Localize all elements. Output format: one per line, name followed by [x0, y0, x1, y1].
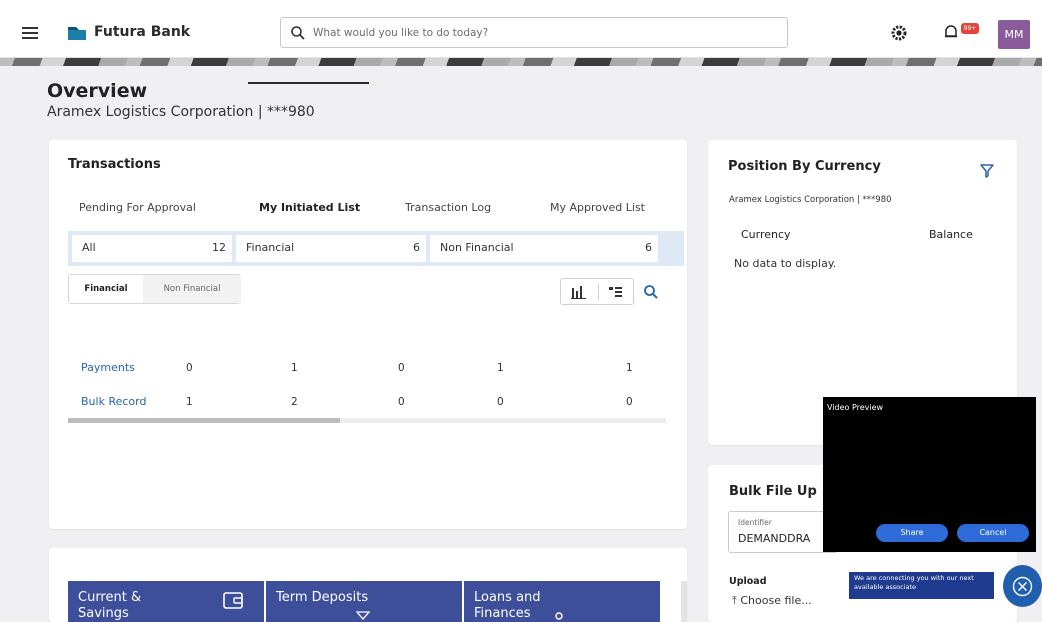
row-payments-label[interactable]: Payments — [81, 361, 135, 374]
active-tab-indicator — [248, 82, 369, 84]
tile-label: Savings — [78, 606, 129, 621]
loan-icon — [555, 612, 563, 620]
identifier-label: Identifier — [738, 518, 772, 527]
summary-count: 6 — [645, 241, 652, 254]
top-header: Futura Bank 99+ MM — [0, 0, 1042, 58]
table-cell: 1 — [626, 362, 633, 374]
video-title: Video Preview — [827, 403, 884, 412]
menu-icon[interactable] — [22, 27, 38, 39]
close-icon — [1012, 576, 1033, 597]
transactions-tabs: Pending For Approval My Initiated List T… — [49, 195, 687, 225]
bell-icon[interactable] — [943, 24, 959, 40]
summary-label: Non Financial — [440, 241, 514, 254]
upload-label: Upload — [729, 576, 767, 587]
identifier-field[interactable]: Identifier DEMANDDRA — [728, 511, 838, 553]
table-cell: 0 — [626, 396, 633, 408]
user-avatar[interactable]: MM — [998, 20, 1030, 49]
table-cell: 1 — [186, 396, 193, 408]
table-cell: 0 — [186, 362, 193, 374]
tile-label: Loans and — [474, 590, 541, 605]
summary-label: All — [82, 241, 96, 254]
table-view-icon[interactable] — [606, 283, 626, 301]
balance-column-header: Balance — [929, 228, 973, 241]
bulk-title: Bulk File Up — [729, 484, 817, 499]
toggle-non-financial[interactable]: Non Financial — [143, 275, 241, 303]
table-search-icon[interactable] — [643, 284, 659, 300]
tab-my-approved-list[interactable]: My Approved List — [550, 201, 645, 214]
view-separator — [598, 283, 599, 301]
tile-label: Current & — [78, 590, 142, 605]
choose-file-button[interactable]: ⤒ Choose file... — [732, 594, 812, 608]
search-icon — [291, 26, 305, 40]
toggle-financial[interactable]: Financial — [69, 275, 143, 303]
search-input[interactable] — [313, 23, 773, 43]
table-cell: 2 — [291, 396, 298, 408]
summary-count: 6 — [413, 241, 420, 254]
search-bar[interactable] — [280, 17, 788, 48]
bank-logo-icon — [68, 27, 86, 40]
currency-column-header: Currency — [741, 228, 791, 241]
summary-non-financial[interactable]: Non Financial 6 — [430, 235, 658, 262]
cancel-button[interactable]: Cancel — [957, 524, 1029, 542]
position-title: Position By Currency — [728, 159, 881, 174]
choose-file-label: Choose file... — [740, 594, 812, 607]
summary-all[interactable]: All 12 — [72, 235, 232, 262]
share-button[interactable]: Share — [876, 524, 948, 542]
summary-bar: All 12 Financial 6 Non Financial 6 — [68, 231, 684, 266]
summary-financial[interactable]: Financial 6 — [236, 235, 426, 262]
transactions-title: Transactions — [68, 157, 161, 172]
identifier-value: DEMANDDRA — [738, 532, 811, 545]
tab-transaction-log[interactable]: Transaction Log — [405, 201, 491, 214]
transaction-type-toggle: Financial Non Financial — [68, 274, 241, 304]
position-subtitle: Aramex Logistics Corporation | ***980 — [729, 195, 892, 205]
transactions-card: Transactions Pending For Approval My Ini… — [49, 140, 687, 529]
vertical-scrollbar[interactable] — [681, 581, 687, 622]
empty-state-text: No data to display. — [734, 257, 837, 270]
brand-name[interactable]: Futura Bank — [94, 24, 190, 40]
table-cell: 1 — [497, 362, 504, 374]
table-cell: 0 — [398, 362, 405, 374]
tile-term-deposits[interactable]: Term Deposits — [266, 581, 462, 622]
filter-icon[interactable] — [980, 164, 994, 178]
summary-label: Financial — [246, 241, 295, 254]
video-preview-panel: Video Preview Share Cancel — [823, 397, 1036, 552]
table-cell: 1 — [291, 362, 298, 374]
wallet-icon — [223, 592, 243, 609]
tile-loans-finances[interactable]: Loans and Finances — [464, 581, 660, 622]
horizontal-scrollbar[interactable] — [68, 418, 666, 423]
row-bulk-record-label[interactable]: Bulk Record — [81, 395, 146, 408]
view-switcher — [560, 278, 634, 305]
scrollbar-thumb[interactable] — [68, 418, 340, 423]
bar-chart-view-icon[interactable] — [569, 283, 589, 301]
close-chat-button[interactable] — [1003, 565, 1042, 607]
settings-gear-icon[interactable] — [891, 25, 907, 41]
decorative-banner — [0, 58, 1042, 66]
notification-badge: 99+ — [961, 23, 979, 34]
tile-current-savings[interactable]: Current & Savings — [68, 581, 264, 622]
summary-count: 12 — [212, 241, 226, 254]
page-title: Overview — [47, 80, 148, 102]
chevron-down-icon — [356, 611, 370, 620]
page-subtitle: Aramex Logistics Corporation | ***980 — [47, 104, 315, 120]
table-cell: 0 — [398, 396, 405, 408]
tab-pending-for-approval[interactable]: Pending For Approval — [79, 201, 196, 214]
tile-label: Term Deposits — [276, 590, 369, 605]
upload-icon: ⤒ — [732, 594, 737, 607]
table-cell: 0 — [497, 396, 504, 408]
tab-my-initiated-list[interactable]: My Initiated List — [259, 201, 360, 214]
connecting-message: We are connecting you with our next avai… — [849, 572, 994, 599]
tile-label: Finances — [474, 606, 531, 621]
